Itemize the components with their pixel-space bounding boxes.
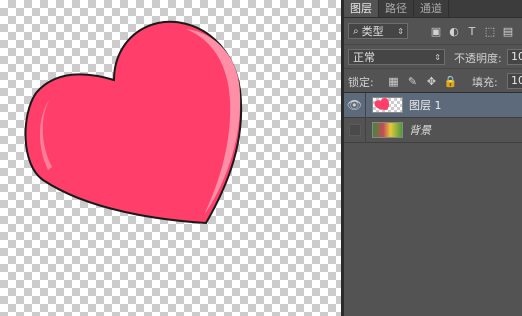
tab-channels[interactable]: 通道 xyxy=(414,0,449,17)
layer-thumbnail xyxy=(372,97,403,113)
layer-filter-row: ⌕ 类型 ⇕ ▣ ◐ T ⬚ ▤ xyxy=(344,19,522,43)
lock-paint-icon[interactable]: ✎ xyxy=(403,73,422,89)
layer-row-background[interactable]: 背景 xyxy=(344,118,522,143)
tab-paths[interactable]: 路径 xyxy=(379,0,414,17)
visibility-toggle[interactable]: 👁 xyxy=(344,93,366,117)
layers-list: 👁 图层 1 背景 xyxy=(344,92,522,143)
layer-name[interactable]: 背景 xyxy=(409,122,431,138)
opacity-input[interactable]: 100% xyxy=(507,49,522,65)
blend-row: 正常 ⇕ 不透明度: 100% xyxy=(344,44,522,69)
lock-move-icon[interactable]: ✥ xyxy=(422,73,441,89)
opacity-label: 不透明度: xyxy=(454,52,502,65)
lock-transparent-icon[interactable]: ▦ xyxy=(384,73,403,89)
document-canvas[interactable] xyxy=(0,0,341,316)
type-filter-icon[interactable]: T xyxy=(463,23,481,39)
filter-icons: ▣ ◐ T ⬚ ▤ xyxy=(427,23,517,39)
filter-type-select[interactable]: ⌕ 类型 ⇕ xyxy=(348,23,408,39)
adjustment-filter-icon[interactable]: ◐ xyxy=(445,23,463,39)
tab-layers[interactable]: 图层 xyxy=(344,0,379,17)
blend-mode-label: 正常 xyxy=(353,51,375,64)
dropdown-arrow-icon: ⇕ xyxy=(397,26,404,36)
layers-panel: 图层 路径 通道 ⌕ 类型 ⇕ ▣◐T⬚▤ 正常 ⇕ 不透明度: 100% 锁定… xyxy=(344,0,522,316)
layer-row-layer1[interactable]: 👁 图层 1 xyxy=(344,93,522,118)
fill-input[interactable]: 100% xyxy=(507,73,522,89)
panel-tabs: 图层 路径 通道 xyxy=(344,0,522,18)
lock-all-icon[interactable]: 🔒 xyxy=(441,73,460,89)
blend-mode-select[interactable]: 正常 ⇕ xyxy=(348,49,445,65)
lock-row: 锁定: ▦✎✥🔒 填充: 100% xyxy=(344,68,522,93)
lock-label: 锁定: xyxy=(348,76,374,89)
lock-icons: ▦ ✎ ✥ 🔒 xyxy=(384,73,460,89)
layer-thumbnail xyxy=(372,122,403,138)
image-filter-icon[interactable]: ▣ xyxy=(427,23,445,39)
eye-icon: 👁 xyxy=(346,98,363,112)
fill-label: 填充: xyxy=(472,76,498,89)
search-icon: ⌕ xyxy=(353,25,359,37)
visibility-toggle[interactable] xyxy=(344,118,366,142)
heart-thumbnail-icon xyxy=(374,98,389,110)
visibility-off-box xyxy=(348,124,361,136)
shape-filter-icon[interactable]: ⬚ xyxy=(481,23,499,39)
filter-type-label: 类型 xyxy=(361,25,384,38)
layer-name[interactable]: 图层 1 xyxy=(409,97,442,113)
heart-shape xyxy=(24,20,243,225)
smart-object-filter-icon[interactable]: ▤ xyxy=(499,23,517,39)
dropdown-arrow-icon: ⇕ xyxy=(434,52,441,62)
